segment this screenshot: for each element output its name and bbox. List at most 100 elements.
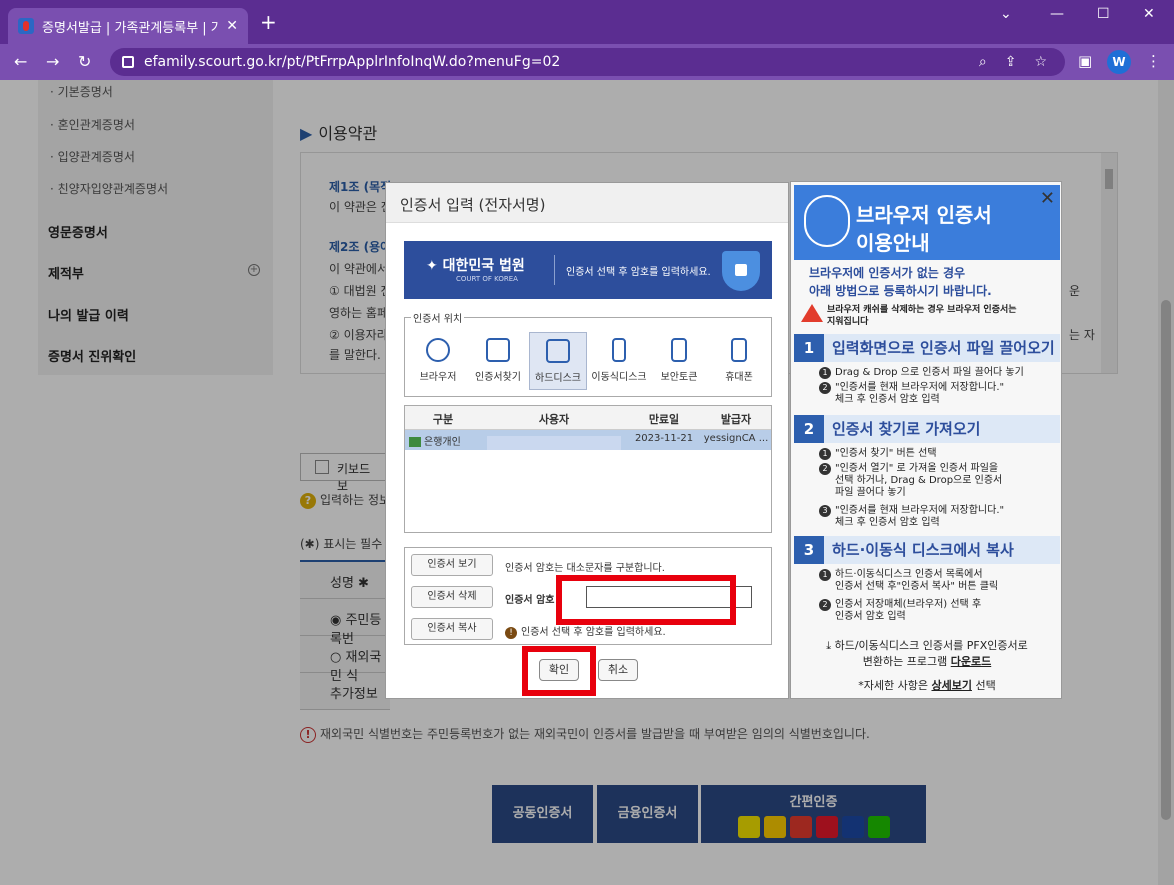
bullet-number: 1: [819, 569, 831, 581]
location-label: 인증서찾기: [475, 372, 521, 383]
tab-bar: 증명서발급 | 가족관계등록부 | 가 ✕ + ⌄ — ☐ ✕: [0, 0, 1174, 44]
download-link[interactable]: 다운로드: [951, 655, 991, 668]
lock-icon: [122, 56, 134, 68]
step-number: 2: [794, 415, 824, 443]
cert-type: 은행개인: [424, 437, 461, 448]
cert-issuer: yessignCA ...: [703, 433, 769, 444]
location-label: 하드디스크: [535, 373, 581, 384]
select-note: ! 인증서 선택 후 암호를 입력하세요.: [505, 623, 666, 639]
forward-button[interactable]: →: [46, 52, 59, 71]
browser-window: 증명서발급 | 가족관계등록부 | 가 ✕ + ⌄ — ☐ ✕ ← → ↻ ef…: [0, 0, 1174, 885]
step-line: 인증서 저장매체(브라우저) 선택 후: [835, 599, 982, 610]
delete-cert-button[interactable]: 인증서 삭제: [411, 586, 493, 608]
cert-list-header: 구분 사용자 만료일 발급자: [405, 406, 771, 430]
bullet-number: 2: [819, 599, 831, 611]
guide-title-2: 이용안내: [856, 231, 930, 255]
dialog-title: 인증서 입력 (전자서명): [386, 183, 788, 223]
cert-location-group: 인증서 위치 브라우저 인증서찾기 하드디스크 이동식디스크 보안토큰 휴대폰: [404, 310, 772, 397]
guide-warn-line: 브라우저 캐쉬를 삭제하는 경우 브라우저 인증서는: [827, 305, 1017, 315]
location-label: 이동식디스크: [591, 372, 647, 383]
step-line: "인증서를 현재 브라우저에 저장합니다.": [835, 382, 1005, 393]
step-item: 3 "인증서를 현재 브라우저에 저장합니다." 체크 후 인증서 암호 입력: [819, 505, 1005, 529]
step-item: 1 Drag & Drop 으로 인증서 파일 끌어다 놓기: [819, 367, 1024, 379]
step-line: 체크 후 인증서 암호 입력: [835, 517, 940, 528]
col-user: 사용자: [538, 413, 570, 426]
cert-input-dialog: 인증서 입력 (전자서명) ✦ 대한민국 법원 COURT OF KOREA 인…: [385, 182, 789, 699]
ok-highlight-box: [522, 646, 596, 696]
bank-cert-icon: [409, 437, 421, 447]
guide-step-2: 2 인증서 찾기로 가져오기: [794, 415, 1060, 443]
phone-icon: [731, 338, 747, 362]
step-title: 입력화면으로 인증서 파일 끌어오기: [832, 339, 1055, 357]
zoom-icon[interactable]: ⌕: [979, 54, 987, 70]
step-item: 2 "인증서를 현재 브라우저에 저장합니다." 체크 후 인증서 암호 입력: [819, 382, 1005, 406]
court-favicon-icon: [18, 18, 34, 34]
step-line: 하드·이동식디스크 인증서 목록에서: [835, 569, 983, 580]
cert-expiry: 2023-11-21: [634, 433, 694, 444]
view-cert-button[interactable]: 인증서 보기: [411, 554, 493, 576]
address-bar[interactable]: efamily.scourt.go.kr/pt/PtFrrpApplrInfoI…: [110, 48, 1065, 76]
location-phone[interactable]: 휴대폰: [710, 332, 768, 390]
court-banner: ✦ 대한민국 법원 COURT OF KOREA 인증서 선택 후 암호를 입력…: [404, 241, 772, 299]
reload-button[interactable]: ↻: [78, 52, 91, 71]
browser-toolbar: ← → ↻ efamily.scourt.go.kr/pt/PtFrrpAppl…: [0, 44, 1174, 80]
guide-warn-line: 지워집니다: [827, 317, 869, 327]
usb-icon: [612, 338, 626, 362]
pfx-note: ⤓ 하드/이동식디스크 인증서를 PFX인증서로 변환하는 프로그램 다운로드: [791, 638, 1063, 670]
court-logo-name: 대한민국 법원: [442, 258, 525, 274]
chevron-down-icon[interactable]: ⌄: [1000, 6, 1012, 22]
bookmark-star-icon[interactable]: ☆: [1034, 54, 1047, 70]
step-number: 1: [794, 334, 824, 362]
active-tab[interactable]: 증명서발급 | 가족관계등록부 | 가 ✕: [8, 8, 248, 44]
pfx-line-2: 변환하는 프로그램 다운로드: [791, 654, 1063, 670]
guide-title-1: 브라우저 인증서: [856, 203, 992, 227]
cert-row[interactable]: 은행개인 2023-11-21 yessignCA ...: [405, 430, 771, 450]
browser-cert-guide: 브라우저 인증서 이용안내 ✕ 브라우저에 인증서가 없는 경우 아래 방법으로 …: [790, 181, 1062, 699]
shield-lock-icon: [722, 251, 760, 291]
back-button[interactable]: ←: [14, 52, 27, 71]
detail-post: 선택: [975, 679, 996, 692]
step-line: 인증서 암호 입력: [835, 611, 906, 622]
pfx-text-1: 하드/이동식디스크 인증서를 PFX인증서로: [834, 639, 1028, 652]
guide-close-button[interactable]: ✕: [1040, 188, 1055, 209]
location-caption: 인증서 위치: [411, 310, 465, 325]
side-panel-icon[interactable]: ▣: [1078, 52, 1092, 70]
court-logo-text: ✦ 대한민국 법원: [426, 255, 525, 275]
step-line: "인증서 찾기" 버튼 선택: [835, 448, 937, 459]
pfx-line-1: ⤓ 하드/이동식디스크 인증서를 PFX인증서로: [791, 638, 1063, 654]
location-harddisk[interactable]: 하드디스크: [529, 332, 587, 390]
share-icon[interactable]: ⇪: [1005, 54, 1017, 70]
location-find[interactable]: 인증서찾기: [469, 332, 527, 390]
maximize-button[interactable]: ☐: [1097, 6, 1110, 22]
window-close-button[interactable]: ✕: [1143, 6, 1155, 22]
cert-list: 구분 사용자 만료일 발급자 은행개인 2023-11-21 yessignCA…: [404, 405, 772, 533]
detail-pre: *자세한 사항은: [858, 679, 928, 692]
new-tab-button[interactable]: +: [260, 12, 277, 32]
step-title: 하드·이동식 디스크에서 복사: [832, 541, 1014, 559]
cancel-button[interactable]: 취소: [598, 659, 638, 681]
location-browser[interactable]: 브라우저: [409, 332, 467, 390]
menu-dots-icon[interactable]: ⋮: [1146, 52, 1161, 70]
location-token[interactable]: 보안토큰: [650, 332, 708, 390]
detail-link[interactable]: 상세보기: [931, 679, 971, 692]
bullet-number: 1: [819, 367, 831, 379]
tab-close-icon[interactable]: ✕: [226, 18, 238, 34]
step-item: 2 "인증서 열기" 로 가져올 인증서 파일을 선택 하거나, Drag & Dr…: [819, 463, 1003, 499]
location-removable[interactable]: 이동식디스크: [590, 332, 648, 390]
guide-warning: 브라우저 캐쉬를 삭제하는 경우 브라우저 인증서는지워집니다: [799, 304, 1017, 328]
guide-subtitle: 브라우저에 인증서가 없는 경우 아래 방법으로 등록하시기 바랍니다.: [809, 264, 992, 300]
bullet-number: 2: [819, 382, 831, 394]
copy-cert-button[interactable]: 인증서 복사: [411, 618, 493, 640]
cert-type-cell: 은행개인: [405, 430, 481, 450]
profile-avatar[interactable]: W: [1107, 50, 1131, 74]
globe-lock-icon: [804, 195, 850, 247]
step-line: "인증서 열기" 로 가져올 인증서 파일을: [835, 463, 999, 474]
url-text[interactable]: efamily.scourt.go.kr/pt/PtFrrpApplrInfoI…: [144, 54, 979, 70]
minimize-button[interactable]: —: [1050, 6, 1064, 22]
warning-triangle-icon: [801, 304, 823, 322]
monitor-icon: [546, 339, 570, 363]
step-line: "인증서를 현재 브라우저에 저장합니다.": [835, 505, 1005, 516]
step-line: 선택 하거나, Drag & Drop으로 인증서: [835, 475, 1003, 486]
bullet-number: 2: [819, 463, 831, 475]
location-label: 브라우저: [419, 372, 457, 383]
